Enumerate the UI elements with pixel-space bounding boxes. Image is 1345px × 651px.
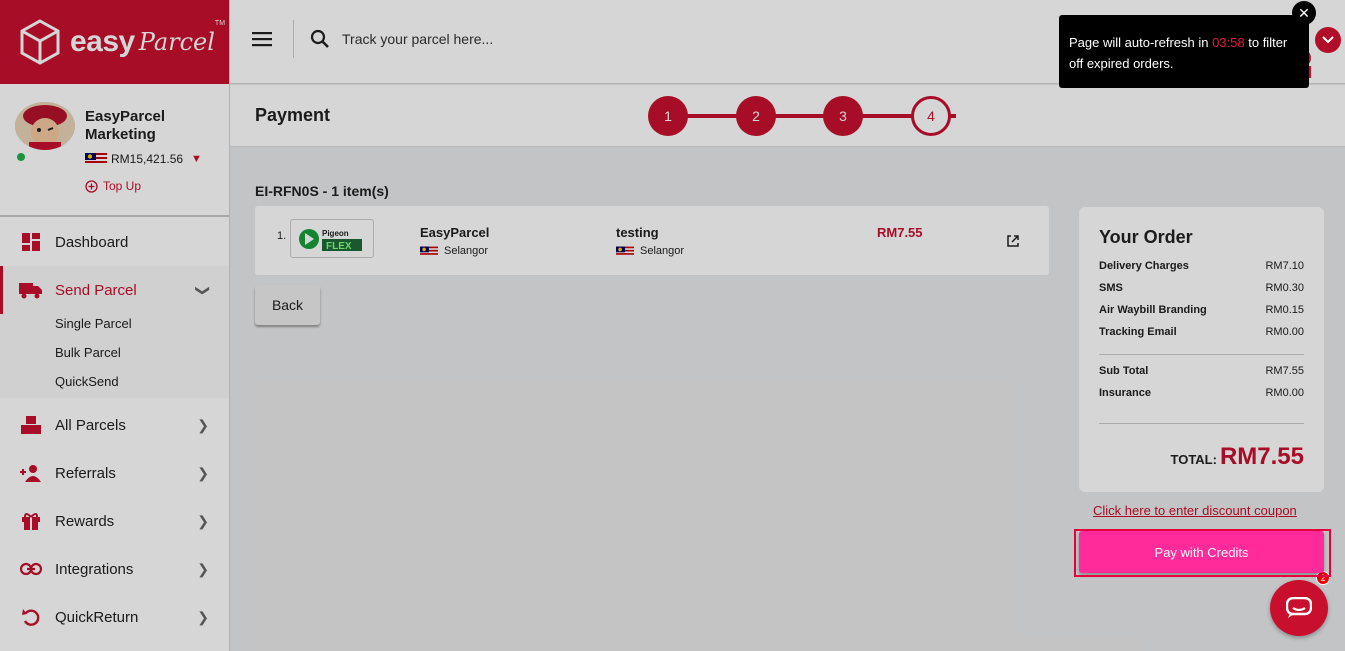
account-dropdown-chevron-icon[interactable]: [1315, 27, 1341, 53]
close-icon[interactable]: ✕: [1292, 1, 1316, 25]
pay-with-credits-button[interactable]: Pay with Credits: [1079, 531, 1324, 573]
toast-text-before: Page will auto-refresh in: [1069, 35, 1213, 50]
chat-bubble-icon: [1286, 597, 1312, 618]
chat-button[interactable]: [1270, 580, 1328, 636]
chat-notification-badge: 2: [1316, 571, 1330, 585]
auto-refresh-toast: Page will auto-refresh in 03:58 to filte…: [1059, 15, 1309, 88]
toast-countdown: 03:58: [1212, 35, 1245, 50]
